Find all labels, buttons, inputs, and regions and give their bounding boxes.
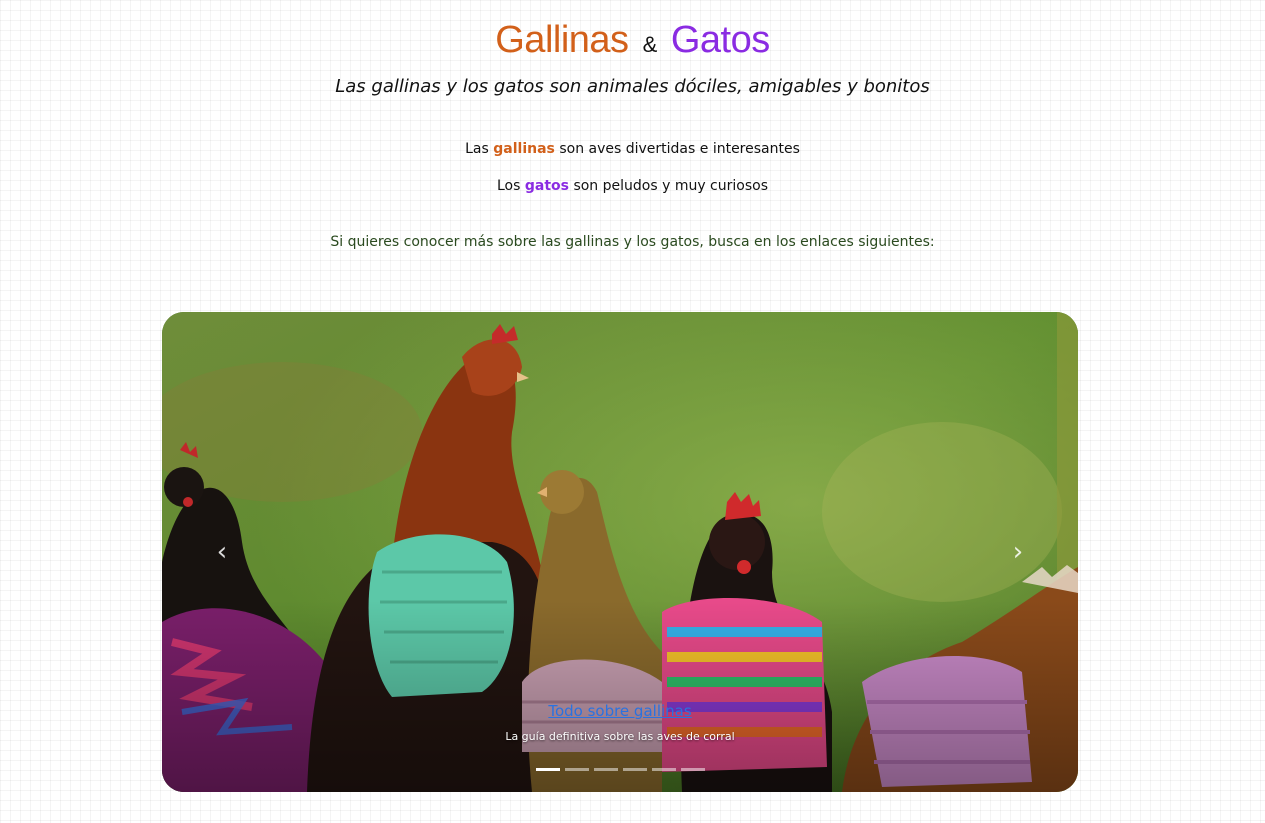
fact-gallinas-prefix: Las [465, 141, 489, 157]
carousel-indicator[interactable] [680, 768, 705, 771]
slide-link[interactable]: Todo sobre gallinas [548, 702, 691, 720]
slide-caption-text: La guía definitiva sobre las aves de cor… [505, 730, 735, 743]
carousel-indicators [162, 768, 1078, 771]
image-carousel[interactable]: ‹ › Todo sobre gallinas La guía definiti… [162, 312, 1078, 792]
chevron-left-icon: ‹ [216, 537, 228, 567]
links-prompt: Si quieres conocer más sobre las gallina… [330, 234, 935, 250]
slide-caption-title: Todo sobre gallinas [162, 701, 1078, 721]
carousel-indicator[interactable] [622, 768, 647, 771]
chevron-right-icon: › [1012, 537, 1024, 567]
carousel-indicator[interactable] [651, 768, 676, 771]
fact-gallinas: Las gallinas son aves divertidas e inter… [0, 139, 1265, 159]
carousel-indicator[interactable] [593, 768, 618, 771]
fact-gatos-prefix: Los [496, 178, 521, 194]
fact-gatos-highlight: gatos [524, 178, 569, 194]
title-ampersand: & [642, 32, 658, 57]
fact-gatos-suffix: son peludos y muy curiosos [573, 178, 768, 194]
fact-gallinas-highlight: gallinas [493, 141, 555, 157]
title-gatos: Gatos [670, 19, 770, 61]
fact-gallinas-suffix: son aves divertidas e interesantes [559, 141, 800, 157]
carousel-indicator[interactable] [564, 768, 589, 771]
carousel-indicator[interactable] [535, 768, 560, 771]
page-title: Gallinas & Gatos [0, 16, 1265, 69]
page-subtitle: Las gallinas y los gatos son animales dó… [335, 76, 930, 97]
fact-gatos: Los gatos son peludos y muy curiosos [0, 176, 1265, 196]
title-gallinas: Gallinas [495, 19, 629, 61]
